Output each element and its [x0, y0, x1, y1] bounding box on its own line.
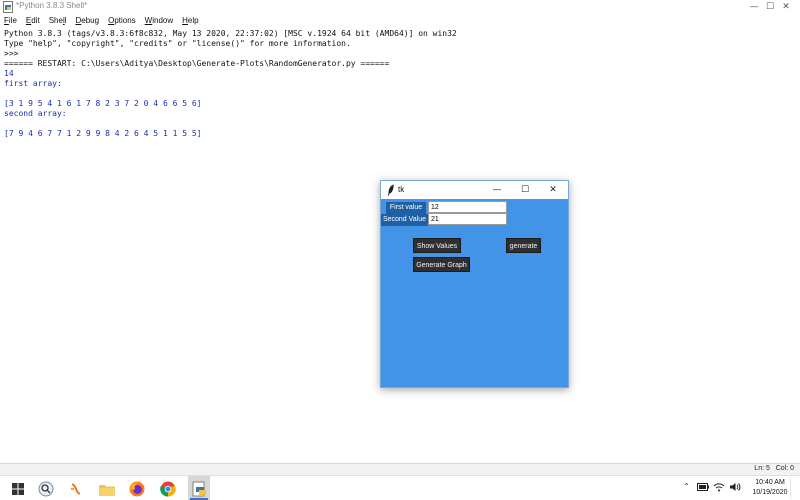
shell-prompt: >>> — [4, 49, 24, 58]
show-desktop-button[interactable] — [790, 478, 800, 499]
chevron-up-icon[interactable]: ⌃ — [683, 482, 690, 491]
menu-file[interactable]: File — [4, 16, 17, 25]
generate-graph-button[interactable]: Generate Graph — [413, 257, 470, 272]
shell-line: ====== RESTART: C:\Users\Aditya\Desktop\… — [4, 59, 390, 68]
second-value-input[interactable] — [428, 213, 507, 225]
file-explorer-icon[interactable] — [97, 479, 117, 499]
status-bar: Ln: 5 Col: 0 — [0, 463, 800, 475]
shell-line: Type "help", "copyright", "credits" or "… — [4, 39, 351, 48]
system-clock[interactable]: 10:40 AM 10/19/2020 — [750, 478, 790, 498]
firefox-icon[interactable] — [127, 479, 147, 499]
second-value-label: Second Value — [381, 214, 428, 226]
show-values-button[interactable]: Show Values — [413, 238, 461, 253]
tk-window: tk — ☐ ✕ First value Second Value Show V… — [380, 180, 569, 388]
task-view-icon[interactable] — [66, 479, 86, 499]
cursor-position: Ln: 5 Col: 0 — [754, 465, 794, 472]
generate-button[interactable]: generate — [506, 238, 541, 253]
menu-window[interactable]: Window — [145, 16, 173, 25]
close-button[interactable]: ✕ — [772, 0, 800, 14]
tk-titlebar: tk — ☐ ✕ — [381, 181, 568, 199]
battery-icon[interactable] — [697, 483, 709, 493]
wifi-icon[interactable] — [713, 482, 725, 494]
menu-edit[interactable]: Edit — [26, 16, 40, 25]
chrome-icon[interactable] — [158, 479, 178, 499]
tk-maximize-button[interactable]: ☐ — [511, 181, 539, 199]
menu-debug[interactable]: Debug — [76, 16, 100, 25]
shell-line: Python 3.8.3 (tags/v3.8.3:6f8c832, May 1… — [4, 29, 457, 38]
windows-start-icon[interactable] — [8, 479, 28, 499]
shell-line: [7 9 4 6 7 7 1 2 9 9 8 4 2 6 4 5 1 1 5 5… — [4, 129, 202, 138]
feather-icon — [387, 184, 394, 196]
tk-minimize-button[interactable]: — — [483, 181, 511, 199]
menu-bar: File Edit Shell Debug Options Window Hel… — [0, 14, 800, 27]
window-titlebar: *Python 3.8.3 Shell* — ☐ ✕ — [0, 0, 800, 14]
shell-line: 14 — [4, 69, 14, 78]
clock-time: 10:40 AM — [755, 479, 785, 486]
volume-icon[interactable] — [729, 482, 741, 494]
shell-line: first array: — [4, 79, 62, 88]
python-idle-icon — [3, 1, 13, 13]
tk-title: tk — [398, 185, 405, 194]
taskbar: ⌃ 10:40 AM 10/19/2020 — [0, 475, 800, 500]
tk-close-button[interactable]: ✕ — [539, 181, 567, 199]
menu-shell[interactable]: Shell — [49, 16, 67, 25]
first-value-label: First value — [386, 202, 426, 214]
python-idle-icon[interactable] — [189, 479, 209, 499]
clock-date: 10/19/2020 — [752, 489, 788, 496]
shell-line: [3 1 9 5 4 1 6 1 7 8 2 3 7 2 0 4 6 6 5 6… — [4, 99, 202, 108]
shell-line: second array: — [4, 109, 67, 118]
search-icon[interactable] — [36, 479, 56, 499]
window-title: *Python 3.8.3 Shell* — [16, 1, 88, 10]
first-value-input[interactable] — [428, 201, 507, 213]
menu-help[interactable]: Help — [182, 16, 198, 25]
menu-options[interactable]: Options — [108, 16, 136, 25]
